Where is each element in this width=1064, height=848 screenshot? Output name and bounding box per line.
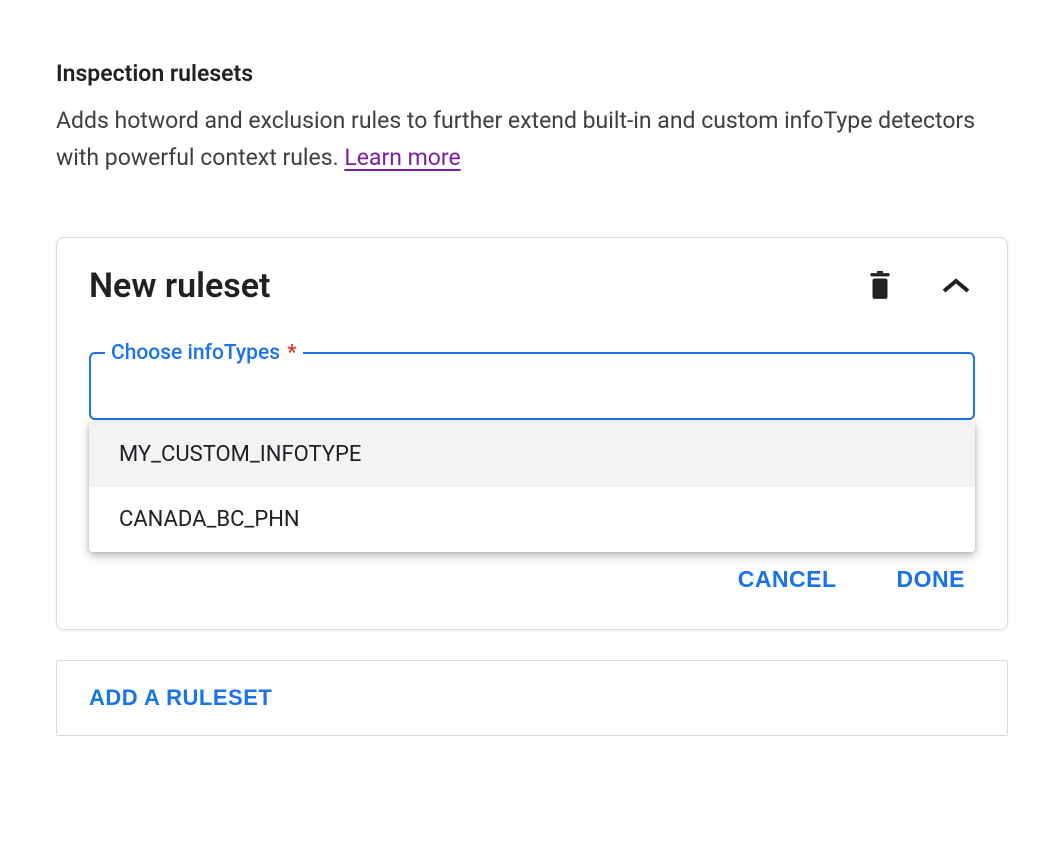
learn-more-link[interactable]: Learn more xyxy=(344,144,460,171)
collapse-button[interactable] xyxy=(937,273,975,299)
add-ruleset-button[interactable]: ADD A RULESET xyxy=(56,660,1008,736)
cancel-button[interactable]: CANCEL xyxy=(734,560,841,599)
card-header-actions xyxy=(863,267,975,305)
required-asterisk: * xyxy=(287,341,296,365)
delete-button[interactable] xyxy=(863,267,897,305)
section-description-text: Adds hotword and exclusion rules to furt… xyxy=(56,107,975,171)
infotype-label: Choose infoTypes * xyxy=(105,341,303,365)
trash-icon xyxy=(867,271,893,301)
card-header: New ruleset xyxy=(89,266,975,306)
infotype-field-wrap: Choose infoTypes * MY_CUSTOM_INFOTYPE CA… xyxy=(89,352,975,420)
infotype-select[interactable]: Choose infoTypes * xyxy=(89,352,975,420)
infotype-dropdown: MY_CUSTOM_INFOTYPE CANADA_BC_PHN xyxy=(89,422,975,552)
infotype-label-text: Choose infoTypes xyxy=(111,341,280,365)
chevron-up-icon xyxy=(941,277,971,295)
section-description: Adds hotword and exclusion rules to furt… xyxy=(56,103,1008,177)
done-button[interactable]: DONE xyxy=(893,560,969,599)
dropdown-option-1[interactable]: CANADA_BC_PHN xyxy=(89,487,975,552)
section-title: Inspection rulesets xyxy=(56,60,1008,87)
ruleset-title: New ruleset xyxy=(89,266,270,306)
card-actions: CANCEL DONE xyxy=(89,560,975,599)
ruleset-card: New ruleset xyxy=(56,237,1008,630)
dropdown-option-0[interactable]: MY_CUSTOM_INFOTYPE xyxy=(89,422,975,487)
